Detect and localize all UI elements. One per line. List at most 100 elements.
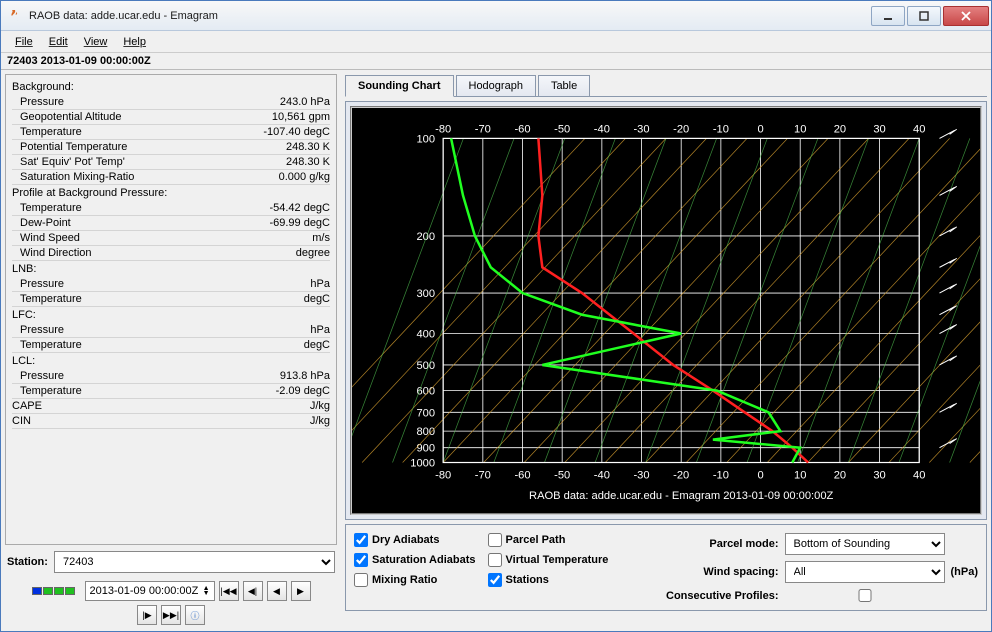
option-mixing-ratio[interactable]: Mixing Ratio xyxy=(354,573,476,587)
step-forward-button[interactable]: |▶ xyxy=(137,605,157,625)
svg-text:-60: -60 xyxy=(514,123,530,135)
param-name: Pressure xyxy=(20,370,230,382)
option-dry-adiabats[interactable]: Dry Adiabats xyxy=(354,533,476,547)
param-row: TemperaturedegC xyxy=(12,338,330,353)
station-dropdown[interactable]: 72403 xyxy=(54,551,335,573)
parcel-mode-dropdown[interactable]: Bottom of Sounding xyxy=(785,533,945,555)
param-name: CAPE xyxy=(12,400,230,412)
option-text: Dry Adiabats xyxy=(372,534,439,546)
param-name: Sat' Equiv' Pot' Temp' xyxy=(20,156,230,168)
svg-text:10: 10 xyxy=(794,470,806,482)
checkbox[interactable] xyxy=(488,553,502,567)
svg-text:-40: -40 xyxy=(594,123,610,135)
svg-text:-20: -20 xyxy=(673,123,689,135)
svg-text:700: 700 xyxy=(416,407,435,419)
svg-text:30: 30 xyxy=(873,123,885,135)
param-name: Pressure xyxy=(20,324,230,336)
parameters-panel: Background:Pressure243.0 hPaGeopotential… xyxy=(5,74,337,545)
menu-edit[interactable]: Edit xyxy=(41,34,76,50)
param-value: 243.0 hPa xyxy=(230,96,330,108)
step-back-button[interactable]: ◀| xyxy=(243,581,263,601)
svg-text:0: 0 xyxy=(757,123,763,135)
option-text: Stations xyxy=(506,574,549,586)
svg-text:-60: -60 xyxy=(514,470,530,482)
consecutive-checkbox[interactable] xyxy=(785,589,945,602)
param-row: PressurehPa xyxy=(12,277,330,292)
svg-text:40: 40 xyxy=(913,123,925,135)
svg-text:-30: -30 xyxy=(633,123,649,135)
checkbox[interactable] xyxy=(488,573,502,587)
param-row: Pressure913.8 hPa xyxy=(12,369,330,384)
param-value: 913.8 hPa xyxy=(230,370,330,382)
checkbox[interactable] xyxy=(354,553,368,567)
titlebar: RAOB data: adde.ucar.edu - Emagram xyxy=(1,1,991,31)
svg-text:20: 20 xyxy=(834,123,846,135)
option-saturation-adiabats[interactable]: Saturation Adiabats xyxy=(354,553,476,567)
param-name: Temperature xyxy=(20,339,230,351)
param-row: Potential Temperature248.30 K xyxy=(12,140,330,155)
playback-timestamp[interactable]: 2013-01-09 00:00:00Z ▲▼ xyxy=(85,581,215,601)
param-row: TemperaturedegC xyxy=(12,292,330,307)
param-value: degC xyxy=(230,293,330,305)
svg-text:-50: -50 xyxy=(554,123,570,135)
menu-view[interactable]: View xyxy=(76,34,116,50)
maximize-button[interactable] xyxy=(907,6,941,26)
progress-segment xyxy=(54,587,64,595)
tab-sounding-chart[interactable]: Sounding Chart xyxy=(345,75,454,97)
info-button[interactable]: ⓘ xyxy=(185,605,205,625)
tab-hodograph[interactable]: Hodograph xyxy=(456,75,536,97)
wind-spacing-dropdown[interactable]: All xyxy=(785,561,945,583)
param-row: Pressure243.0 hPa xyxy=(12,95,330,110)
menubar: File Edit View Help xyxy=(1,31,991,53)
spinner-arrows-icon[interactable]: ▲▼ xyxy=(203,586,210,596)
svg-text:400: 400 xyxy=(416,329,435,341)
play-back-button[interactable]: ◀ xyxy=(267,581,287,601)
close-button[interactable] xyxy=(943,6,989,26)
chart-container: 1002003004005006007008009001000-80-80-70… xyxy=(345,101,987,520)
tab-bar: Sounding ChartHodographTable xyxy=(345,74,987,97)
param-value: -2.09 degC xyxy=(230,385,330,397)
param-value: 248.30 K xyxy=(230,141,330,153)
param-row: Sat' Equiv' Pot' Temp'248.30 K xyxy=(12,155,330,170)
playback-controls: 2013-01-09 00:00:00Z ▲▼ |◀◀ ◀| ◀ ▶ |▶ ▶▶… xyxy=(5,579,337,627)
option-virtual-temperature[interactable]: Virtual Temperature xyxy=(488,553,609,567)
svg-text:200: 200 xyxy=(416,231,435,243)
svg-text:30: 30 xyxy=(873,470,885,482)
param-value: hPa xyxy=(230,324,330,336)
svg-text:1000: 1000 xyxy=(410,458,435,470)
checkbox[interactable] xyxy=(488,533,502,547)
svg-text:-80: -80 xyxy=(435,470,451,482)
param-section-label: LCL: xyxy=(12,353,330,369)
wind-spacing-label: Wind spacing: xyxy=(666,566,778,578)
menu-file[interactable]: File xyxy=(7,34,41,50)
options-panel: Dry Adiabats Saturation Adiabats Mixing Ra… xyxy=(345,524,987,611)
param-value: m/s xyxy=(230,232,330,244)
param-row: Temperature-54.42 degC xyxy=(12,201,330,216)
skip-end-button[interactable]: ▶▶| xyxy=(161,605,181,625)
emagram-chart[interactable]: 1002003004005006007008009001000-80-80-70… xyxy=(350,106,982,515)
minimize-button[interactable] xyxy=(871,6,905,26)
svg-text:-30: -30 xyxy=(633,470,649,482)
checkbox[interactable] xyxy=(354,573,368,587)
svg-text:-70: -70 xyxy=(475,470,491,482)
svg-text:-50: -50 xyxy=(554,470,570,482)
param-section-label: Background: xyxy=(12,79,330,95)
parcel-mode-label: Parcel mode: xyxy=(666,538,778,550)
param-name: Temperature xyxy=(20,385,230,397)
svg-text:-40: -40 xyxy=(594,470,610,482)
option-parcel-path[interactable]: Parcel Path xyxy=(488,533,609,547)
svg-text:10: 10 xyxy=(794,123,806,135)
param-value: degC xyxy=(230,339,330,351)
svg-text:RAOB data: adde.ucar.edu - Ema: RAOB data: adde.ucar.edu - Emagram 2013-… xyxy=(529,490,833,502)
svg-text:-80: -80 xyxy=(435,123,451,135)
param-row: PressurehPa xyxy=(12,323,330,338)
skip-start-button[interactable]: |◀◀ xyxy=(219,581,239,601)
param-name: Pressure xyxy=(20,96,230,108)
checkbox[interactable] xyxy=(354,533,368,547)
option-stations[interactable]: Stations xyxy=(488,573,609,587)
tab-table[interactable]: Table xyxy=(538,75,590,97)
play-forward-button[interactable]: ▶ xyxy=(291,581,311,601)
right-pane: Sounding ChartHodographTable 10020030040… xyxy=(341,70,991,631)
menu-help[interactable]: Help xyxy=(115,34,154,50)
param-row: Geopotential Altitude10,561 gpm xyxy=(12,110,330,125)
